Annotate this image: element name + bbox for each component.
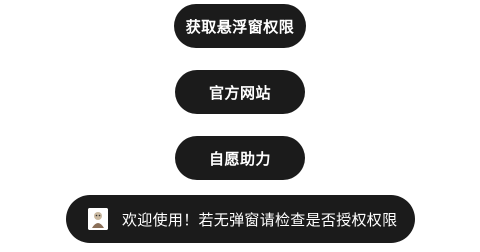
toast-message: 欢迎使用！若无弹窗请检查是否授权权限: [122, 210, 398, 229]
page: 获取悬浮窗权限 官方网站 自愿助力 欢迎使用！若无弹窗请检查是否授权权限: [0, 0, 480, 252]
official-website-button[interactable]: 官方网站: [175, 70, 305, 114]
voluntary-support-button[interactable]: 自愿助力: [175, 136, 305, 180]
get-floating-window-permission-button[interactable]: 获取悬浮窗权限: [174, 4, 306, 48]
app-icon: [88, 208, 108, 230]
toast-notification: 欢迎使用！若无弹窗请检查是否授权权限: [66, 195, 415, 243]
